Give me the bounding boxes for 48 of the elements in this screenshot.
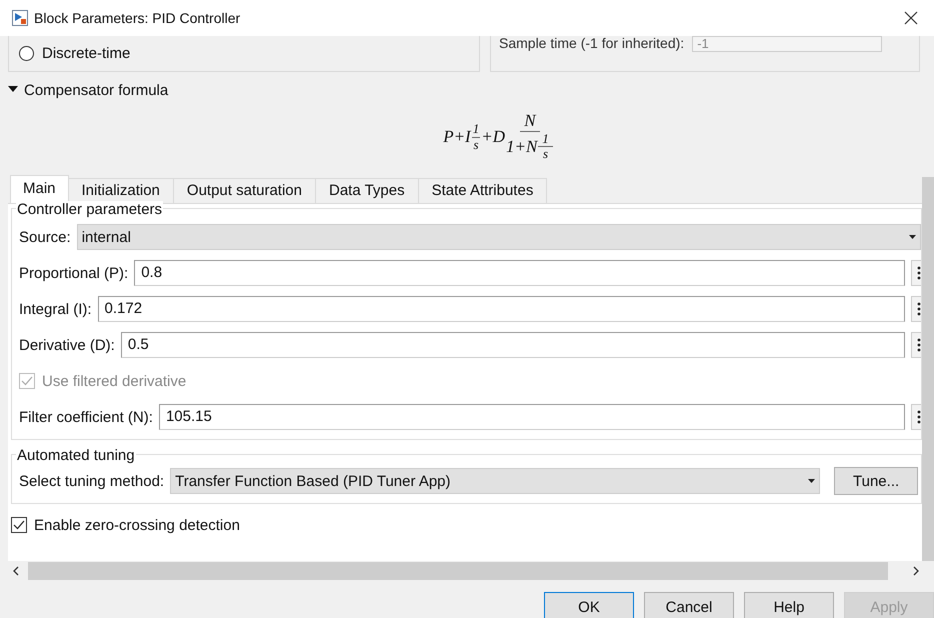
field-label: Proportional (P): (19, 264, 128, 282)
more-options-button[interactable] (911, 260, 921, 286)
field-label: Select tuning method: (19, 472, 164, 490)
input-field[interactable]: 0.5 (120, 332, 905, 358)
dropdown-value: Transfer Function Based (PID Tuner App) (175, 472, 450, 490)
caret-icon (909, 235, 916, 239)
vertical-dots-icon (917, 410, 921, 424)
checkbox-label: Use filtered derivative (42, 372, 186, 390)
vertical-scrollbar[interactable] (922, 177, 934, 561)
close-icon (904, 11, 918, 25)
input-field[interactable]: 105.15 (158, 404, 905, 430)
tune-button[interactable]: Tune... (834, 467, 918, 495)
dialog-button[interactable]: Cancel (644, 592, 734, 618)
window-title: Block Parameters: PID Controller (34, 10, 242, 26)
input-field[interactable]: 0.8 (134, 260, 905, 286)
tuning-method-dropdown[interactable]: Transfer Function Based (PID Tuner App) (170, 468, 820, 494)
field-label: Source: (19, 228, 71, 246)
field-label: Derivative (D): (19, 336, 115, 354)
caret-icon (808, 479, 816, 483)
radio-label: Discrete-time (42, 45, 130, 62)
checkbox-label: Enable zero-crossing detection (34, 516, 240, 534)
vertical-dots-icon (917, 302, 921, 316)
field-label: Filter coefficient (N): (19, 408, 153, 426)
input-field[interactable]: 0.172 (98, 296, 905, 322)
tab[interactable]: Main (10, 175, 69, 203)
more-options-button[interactable] (911, 332, 921, 358)
radio-button[interactable] (19, 46, 34, 61)
group-title: Automated tuning (16, 447, 136, 465)
vertical-dots-icon (917, 266, 921, 280)
check-icon (12, 518, 26, 532)
vertical-dots-icon (917, 338, 921, 352)
source-dropdown[interactable]: internal (76, 224, 921, 250)
dialog-button[interactable]: Help (744, 592, 834, 618)
section-label[interactable]: Compensator formula (24, 82, 168, 98)
tab[interactable]: State Attributes (418, 178, 548, 203)
field-label: Integral (I): (19, 300, 92, 318)
field-label: Sample time (-1 for inherited): (499, 36, 684, 50)
scroll-right-icon (912, 566, 920, 576)
group-title: Controller parameters (16, 201, 164, 219)
scroll-left-icon (12, 566, 20, 576)
more-options-button[interactable] (911, 404, 921, 430)
check-icon (20, 374, 34, 388)
block-icon (12, 10, 28, 26)
dropdown-value: internal (82, 228, 131, 246)
more-options-button[interactable] (911, 296, 921, 322)
dialog-button[interactable]: OK (544, 592, 634, 618)
checkbox[interactable] (11, 517, 27, 533)
horizontal-scrollbar[interactable] (28, 562, 888, 580)
